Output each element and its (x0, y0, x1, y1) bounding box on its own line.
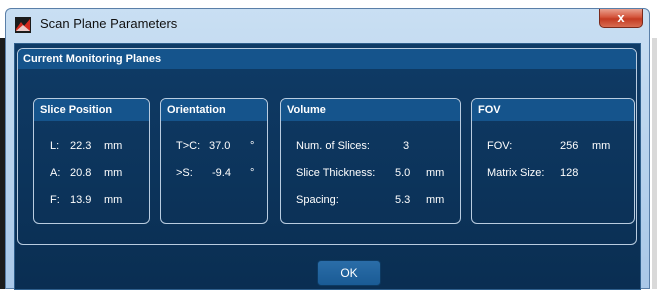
group-title: Current Monitoring Planes (18, 49, 636, 69)
fov-label: FOV: (487, 140, 513, 152)
close-button[interactable]: x (599, 9, 643, 28)
num-slices-label: Num. of Slices: (296, 140, 370, 152)
slice-thickness-unit: mm (426, 167, 445, 179)
value-a: 20.8 (70, 167, 92, 179)
value-tc: 37.0 (209, 140, 231, 152)
spacing-label: Spacing: (296, 194, 339, 206)
value-s: -9.4 (212, 167, 231, 179)
slice-position-panel: Slice Position L: 22.3 mm A: 20.8 mm F: … (33, 98, 150, 224)
slice-thickness-value: 5.0 (395, 167, 411, 179)
fov-title: FOV (472, 99, 634, 121)
fov-value: 256 (560, 140, 579, 152)
matrix-size-label: Matrix Size: (487, 167, 545, 179)
num-slices-value: 3 (403, 140, 410, 152)
unit-f: mm (104, 194, 123, 206)
unit-l: mm (104, 140, 123, 152)
dialog-window: Scan Plane Parameters x Current Monitori… (5, 8, 650, 290)
unit-a: mm (104, 167, 123, 179)
axis-label-f: F: (50, 194, 60, 206)
close-icon: x (617, 10, 625, 25)
axis-label-l: L: (50, 140, 60, 152)
slice-position-title: Slice Position (34, 99, 149, 121)
window-title: Scan Plane Parameters (40, 16, 178, 31)
orientation-title: Orientation (161, 99, 267, 121)
unit-s: ° (250, 167, 255, 179)
value-l: 22.3 (70, 140, 92, 152)
volume-title: Volume (281, 99, 460, 121)
axis-label-a: A: (50, 167, 61, 179)
monitoring-planes-group: Current Monitoring Planes Slice Position… (17, 48, 637, 245)
unit-tc: ° (250, 140, 255, 152)
spacing-value: 5.3 (395, 194, 411, 206)
axis-label-s: >S: (176, 167, 193, 179)
fov-panel: FOV FOV: 256 mm Matrix Size: 128 (471, 98, 635, 224)
value-f: 13.9 (70, 194, 92, 206)
dialog-content: Current Monitoring Planes Slice Position… (14, 43, 641, 290)
matrix-size-value: 128 (560, 167, 579, 179)
background-strip-right (652, 38, 657, 289)
volume-panel: Volume Num. of Slices: 3 Slice Thickness… (280, 98, 461, 224)
orientation-panel: Orientation T>C: 37.0 ° >S: -9.4 ° (160, 98, 268, 224)
axis-label-tc: T>C: (176, 140, 201, 152)
title-bar: Scan Plane Parameters x (6, 9, 649, 39)
spacing-unit: mm (426, 194, 445, 206)
ok-button[interactable]: OK (317, 260, 381, 286)
app-logo-icon (15, 17, 31, 33)
fov-unit: mm (592, 140, 611, 152)
slice-thickness-label: Slice Thickness: (296, 167, 376, 179)
